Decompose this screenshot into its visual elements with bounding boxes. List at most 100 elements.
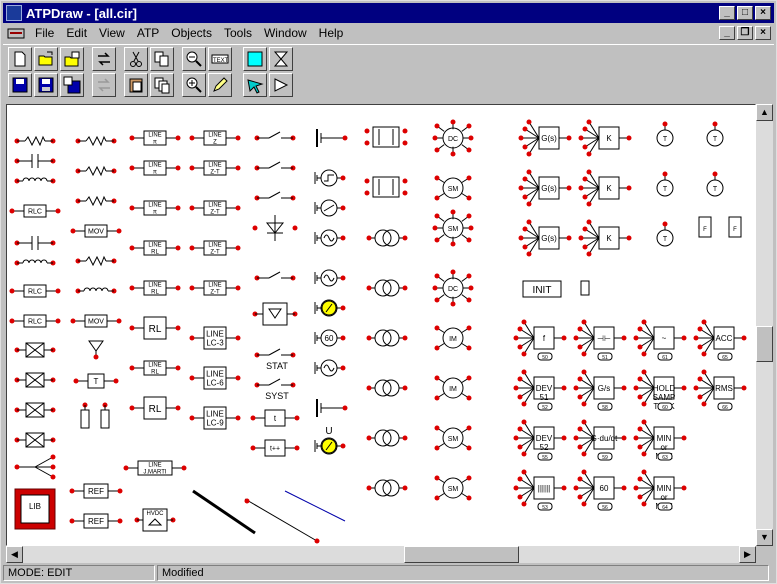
tacs-gs-2[interactable]: G(s) [518, 169, 572, 207]
dc-source-1[interactable] [316, 129, 348, 147]
xfmr-box-1[interactable] [14, 342, 56, 358]
tacs-init[interactable]: INIT [522, 280, 562, 298]
u-source[interactable]: U [325, 426, 332, 437]
tacs-k-1[interactable]: K [578, 119, 632, 157]
transformer-2[interactable] [364, 176, 408, 198]
tacs-dev51[interactable]: DEV51 52 [513, 369, 567, 412]
thyristor-box[interactable] [252, 302, 298, 326]
tacs-f[interactable]: f50 [513, 319, 567, 362]
splitter[interactable] [14, 454, 56, 480]
transformer-yy[interactable] [366, 229, 408, 247]
line-rl-3[interactable]: LINERL [129, 360, 181, 376]
syst-switch[interactable] [254, 378, 296, 388]
doc-close-button[interactable]: × [755, 26, 771, 40]
rlc-3[interactable]: RLC [9, 314, 61, 328]
inductor-1[interactable] [14, 177, 56, 184]
ramp-source[interactable] [314, 199, 346, 217]
scroll-left-button[interactable]: ◀ [6, 546, 23, 563]
mov-2[interactable]: MOV [70, 314, 122, 328]
tacs-hold[interactable]: HOLDSAMPTRAK60 [633, 369, 687, 412]
open-file-icon[interactable] [34, 47, 58, 71]
line-pi-3[interactable]: LINEπ [129, 200, 181, 216]
nonlinear-resistor-1[interactable] [75, 135, 117, 147]
doc-restore-button[interactable]: ❐ [737, 26, 753, 40]
tacs-probe-4[interactable]: T [706, 171, 724, 197]
time-switch-2[interactable]: t++ [250, 439, 300, 457]
open-project-icon[interactable] [60, 47, 84, 71]
paste-icon[interactable] [124, 73, 148, 97]
tacs-probe-5[interactable]: T [656, 221, 674, 247]
select-icon[interactable] [243, 73, 267, 97]
horizontal-scrollbar[interactable]: ◀ ▶ [6, 546, 756, 563]
ac-source-1[interactable] [314, 229, 346, 247]
transformer-1[interactable] [364, 126, 408, 148]
line-lc9[interactable]: LINELC-9 [189, 406, 241, 430]
tacs-probe-3[interactable]: T [656, 171, 674, 197]
tacs-minmax-2[interactable]: MINorMAX64 [633, 469, 687, 512]
hourglass-icon[interactable] [269, 47, 293, 71]
nonlinear-resistor-3[interactable] [75, 195, 117, 207]
tacs-gs-3[interactable]: G(s) [518, 219, 572, 257]
vertical-scrollbar[interactable]: ▲ ▼ [756, 104, 773, 546]
tacs-probe-1[interactable]: T [656, 121, 674, 147]
maximize-button[interactable]: □ [737, 6, 753, 20]
doc-minimize-button[interactable]: _ [719, 26, 735, 40]
tacs-60[interactable]: 60 56 [573, 469, 627, 512]
menu-objects[interactable]: Objects [165, 26, 218, 40]
tacs-out-2[interactable]: F [728, 216, 742, 238]
pencil-icon[interactable] [208, 73, 232, 97]
zoom-in-icon[interactable] [182, 73, 206, 97]
tacs-probe-2[interactable]: T [706, 121, 724, 147]
tacs-int[interactable]: ⊣⊢ 51 [573, 319, 627, 362]
transformer-yd[interactable] [366, 379, 408, 397]
ac-source-3[interactable] [314, 359, 346, 377]
mov-1[interactable]: MOV [70, 224, 122, 238]
sm-3[interactable]: SM [434, 425, 472, 451]
transformer-dy[interactable] [366, 329, 408, 347]
switch-4[interactable] [254, 271, 296, 281]
switch-1[interactable] [254, 131, 296, 141]
menu-window[interactable]: Window [258, 26, 313, 40]
menu-view[interactable]: View [93, 26, 131, 40]
nonlinear-resistor-2[interactable] [75, 165, 117, 177]
menu-help[interactable]: Help [313, 26, 350, 40]
rlc-1[interactable]: RLC [9, 204, 61, 218]
save-icon[interactable] [8, 73, 32, 97]
line-pi-1[interactable]: LINEπ [129, 130, 181, 146]
dc-machine-1[interactable]: DC [432, 119, 474, 157]
menu-edit[interactable]: Edit [60, 26, 93, 40]
tacs-dev52[interactable]: DEV52 55 [513, 419, 567, 462]
swap-icon[interactable] [92, 47, 116, 71]
line-zt-1[interactable]: LINEZ-T [189, 160, 241, 176]
menu-atp[interactable]: ATP [131, 26, 165, 40]
hvdc[interactable]: HVDC [134, 508, 176, 532]
title-bar[interactable]: ATPDraw - [all.cir] _ □ × [3, 3, 774, 23]
capacitor-1[interactable] [14, 154, 56, 168]
tacs-k-2[interactable]: K [578, 169, 632, 207]
vertical-scroll-thumb[interactable] [756, 326, 773, 362]
tacs-small[interactable] [580, 280, 590, 296]
tacs-switch[interactable]: T [73, 373, 119, 389]
cut-icon[interactable] [124, 47, 148, 71]
nonlinear-resistor-4[interactable] [75, 255, 117, 267]
voltage-probe[interactable] [88, 340, 104, 360]
tacs-acc[interactable]: ACC 65 [693, 319, 747, 362]
line-rl-1[interactable]: LINERL [129, 240, 181, 256]
line-lc3[interactable]: LINELC-3 [189, 326, 241, 350]
paste-multi-icon[interactable] [150, 73, 174, 97]
minimize-button[interactable]: _ [719, 6, 735, 20]
line-pi-2[interactable]: LINEπ [129, 160, 181, 176]
freq-source[interactable]: 60 [314, 329, 346, 347]
tacs-gdt[interactable]: G·du/dt 59 [573, 419, 627, 462]
time-switch-1[interactable]: t [250, 409, 300, 427]
tacs-k-3[interactable]: K [578, 219, 632, 257]
transformer-sat[interactable] [366, 479, 408, 497]
ac-source-2[interactable] [314, 269, 346, 287]
tacs-gs-1[interactable]: G(s) [518, 119, 572, 157]
xfmr-box-2[interactable] [14, 372, 56, 388]
undo-icon[interactable] [92, 73, 116, 97]
im-1[interactable]: IM [434, 325, 472, 351]
zoom-out-icon[interactable] [182, 47, 206, 71]
transformer-dd[interactable] [366, 279, 408, 297]
nonlinear-inductor[interactable] [75, 287, 117, 294]
